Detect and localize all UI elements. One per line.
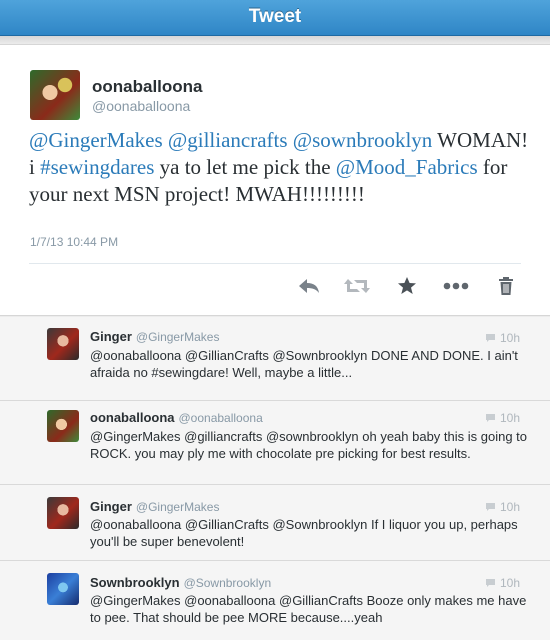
speech-bubble-icon xyxy=(485,334,495,342)
list-item[interactable]: oonaballoona @oonaballoona 10h @GingerMak… xyxy=(0,401,550,485)
delete-icon xyxy=(499,277,513,295)
avatar[interactable] xyxy=(47,328,79,360)
nav-title: Tweet xyxy=(0,0,550,36)
list-item[interactable]: Sownbrooklyn @Sownbrooklyn 10h @GingerMak… xyxy=(0,561,550,640)
reply-button[interactable] xyxy=(294,273,324,299)
reply-author-handle: @GingerMakes xyxy=(135,500,220,514)
tweet-text: @GingerMakes @gilliancrafts @sownbrookly… xyxy=(29,127,529,208)
speech-bubble-icon xyxy=(485,414,495,422)
hashtag-link[interactable]: #sewingdares xyxy=(40,155,154,179)
list-item[interactable]: Ginger @GingerMakes 10h @oonaballoona @Gi… xyxy=(0,485,550,561)
reply-time: 10h xyxy=(499,411,520,425)
avatar[interactable] xyxy=(30,70,80,120)
tweet-text-segment: ya to let me pick the xyxy=(154,155,336,179)
reply-author-name[interactable]: Ginger xyxy=(90,499,132,514)
favorite-button[interactable] xyxy=(392,273,422,299)
reply-time: 10h xyxy=(499,500,520,514)
avatar[interactable] xyxy=(47,410,79,442)
reply-time: 10h xyxy=(499,576,520,590)
reply-author-name[interactable]: oonaballoona xyxy=(90,410,175,425)
avatar[interactable] xyxy=(47,573,79,605)
reply-author-handle: @oonaballoona xyxy=(178,411,263,425)
retweet-button[interactable] xyxy=(342,273,372,299)
reply-author-handle: @Sownbrooklyn xyxy=(183,576,272,590)
reply-text: @GingerMakes @oonaballoona @GillianCraft… xyxy=(90,593,527,625)
favorite-icon xyxy=(398,277,416,294)
reply-text: @oonaballoona @GillianCrafts @Sownbrookl… xyxy=(90,517,518,549)
list-item[interactable]: Ginger @GingerMakes 10h @oonaballoona @Gi… xyxy=(0,317,550,401)
header-shadow xyxy=(0,36,550,44)
author-handle: @oonaballoona xyxy=(92,98,191,114)
mention-link[interactable]: @gilliancrafts xyxy=(168,128,288,152)
reply-author-name[interactable]: Sownbrooklyn xyxy=(90,575,180,590)
avatar[interactable] xyxy=(47,497,79,529)
reply-icon xyxy=(299,279,319,293)
reply-author-handle: @GingerMakes xyxy=(135,330,220,344)
author-name[interactable]: oonaballoona xyxy=(92,77,203,97)
delete-button[interactable] xyxy=(491,273,521,299)
timestamp: 1/7/13 10:44 PM xyxy=(30,235,119,249)
reply-text: @oonaballoona @GillianCrafts @Sownbrookl… xyxy=(90,348,518,380)
mention-link[interactable]: @sownbrooklyn xyxy=(293,128,433,152)
reply-time: 10h xyxy=(499,331,520,345)
speech-bubble-icon xyxy=(485,503,495,511)
more-icon xyxy=(443,282,469,290)
reply-text: @GingerMakes @gilliancrafts @sownbrookly… xyxy=(90,429,528,461)
divider xyxy=(29,263,521,264)
tweet-card: oonaballoona @oonaballoona @GingerMakes … xyxy=(0,44,550,316)
mention-link[interactable]: @Mood_Fabrics xyxy=(336,155,478,179)
retweet-icon xyxy=(344,279,370,293)
reply-author-name[interactable]: Ginger xyxy=(90,329,132,344)
more-button[interactable] xyxy=(441,273,471,299)
speech-bubble-icon xyxy=(485,579,495,587)
mention-link[interactable]: @GingerMakes xyxy=(29,128,163,152)
